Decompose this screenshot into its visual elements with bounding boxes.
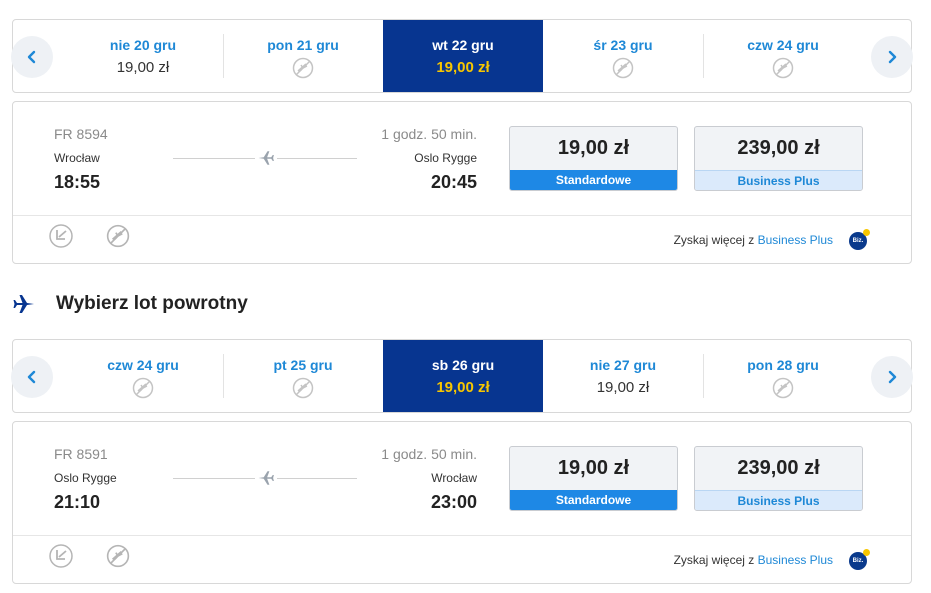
departure-city: Oslo Rygge [54,471,117,485]
return-date-4[interactable]: pon 28 gru [703,340,863,412]
outbound-date-1[interactable]: pon 21 gru [223,20,383,92]
section-title: Wybierz lot powrotny [56,293,248,314]
no-flight-icon [292,57,314,79]
no-flight-icon [292,377,314,399]
outbound-date-strip: nie 20 gru 19,00 zł pon 21 gru wt 22 gru… [11,19,913,93]
return-date-3[interactable]: nie 27 gru 19,00 zł [543,340,703,412]
date-label: wt 22 gru [432,37,494,53]
date-label: pon 28 gru [747,357,819,373]
plane-icon [255,147,277,169]
date-label: czw 24 gru [747,37,819,53]
flight-number: FR 8591 [54,446,108,462]
fare-name: Business Plus [695,490,862,510]
return-date-strip: czw 24 gru pt 25 gru sb 26 gru 19,00 zł … [11,339,913,413]
date-label: sb 26 gru [431,357,495,373]
business-plus-link[interactable]: Business Plus [758,233,833,247]
priority-boarding-icon [49,544,73,568]
business-plus-fare-button[interactable]: 239,00 zł Business Plus [694,446,863,511]
date-price: 19,00 zł [436,379,490,396]
business-plus-promo: Zyskaj więcej z Business Plus [674,233,833,247]
fare-amount: 239,00 zł [737,137,820,159]
business-plus-badge-icon: Biz. [849,229,870,250]
outbound-date-0[interactable]: nie 20 gru 19,00 zł [63,20,223,92]
business-plus-badge-icon: Biz. [849,549,870,570]
date-label: czw 24 gru [107,357,179,373]
date-label: śr 23 gru [593,37,653,53]
arrival-time: 23:00 [430,492,477,512]
date-price: 19,00 zł [596,379,650,396]
no-flight-icon [106,544,130,568]
fare-amount: 19,00 zł [557,137,630,159]
priority-boarding-icon [49,224,73,248]
return-date-1[interactable]: pt 25 gru [223,340,383,412]
no-flight-icon [772,377,794,399]
chevron-left-icon [27,50,36,64]
no-flight-icon [772,57,794,79]
departure-time: 21:10 [54,492,101,512]
departure-time: 18:55 [54,172,101,192]
date-label: nie 20 gru [109,37,177,53]
flight-duration: 1 godz. 50 min. [381,126,477,142]
fare-name: Business Plus [695,170,862,190]
return-section-header: Wybierz lot powrotny [12,290,248,318]
outbound-date-4[interactable]: czw 24 gru [703,20,863,92]
promo-text: Zyskaj więcej z [673,553,755,567]
return-date-2[interactable]: sb 26 gru 19,00 zł [383,340,543,412]
outbound-next-dates-button[interactable] [871,36,913,78]
business-plus-link[interactable]: Business Plus [758,553,833,567]
chevron-right-icon [888,50,897,64]
arrival-time: 20:45 [430,172,477,192]
date-label: pt 25 gru [273,357,333,373]
business-plus-fare-button[interactable]: 239,00 zł Business Plus [694,126,863,191]
fare-amount: 19,00 zł [557,457,630,479]
outbound-prev-dates-button[interactable] [11,36,53,78]
return-date-0[interactable]: czw 24 gru [63,340,223,412]
return-flight-card: FR 8591 Oslo Rygge 21:10 1 godz. 50 min.… [12,421,912,584]
business-plus-promo: Zyskaj więcej z Business Plus [674,553,833,567]
return-next-dates-button[interactable] [871,356,913,398]
card-divider [13,215,911,216]
promo-text: Zyskaj więcej z [673,233,755,247]
no-flight-icon [612,57,634,79]
fare-amount: 239,00 zł [737,457,820,479]
no-flight-icon [132,377,154,399]
departure-city: Wrocław [54,151,100,165]
flight-duration: 1 godz. 50 min. [381,446,477,462]
badge-text: Biz. [852,558,864,564]
date-price: 19,00 zł [116,59,170,76]
date-price: 19,00 zł [436,59,490,76]
no-flight-icon [106,224,130,248]
outbound-date-3[interactable]: śr 23 gru [543,20,703,92]
card-divider [13,535,911,536]
flight-number: FR 8594 [54,126,108,142]
plane-icon [13,295,34,313]
chevron-right-icon [888,370,897,384]
standard-fare-button[interactable]: 19,00 zł Standardowe [509,126,678,191]
outbound-flight-card: FR 8594 Wrocław 18:55 1 godz. 50 min. Os… [12,101,912,264]
standard-fare-button[interactable]: 19,00 zł Standardowe [509,446,678,511]
fare-name: Standardowe [510,490,677,510]
badge-text: Biz. [852,238,864,244]
outbound-date-2[interactable]: wt 22 gru 19,00 zł [383,20,543,92]
fare-name: Standardowe [510,170,677,190]
date-label: nie 27 gru [589,357,657,373]
arrival-city: Wrocław [431,471,477,485]
plane-icon [255,467,277,489]
chevron-left-icon [27,370,36,384]
arrival-city: Oslo Rygge [414,151,477,165]
date-label: pon 21 gru [267,37,339,53]
return-prev-dates-button[interactable] [11,356,53,398]
